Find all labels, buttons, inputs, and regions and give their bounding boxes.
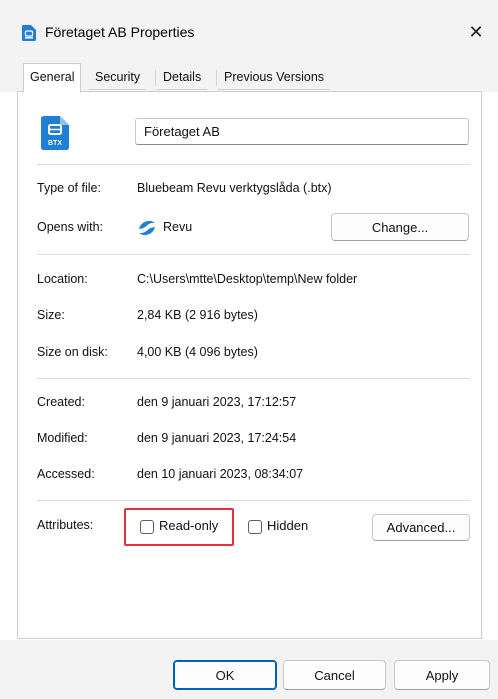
accessed-value: den 10 januari 2023, 08:34:07	[137, 467, 304, 481]
tab-security[interactable]: Security	[89, 66, 147, 90]
btx-file-icon	[22, 25, 36, 41]
file-name-input[interactable]	[135, 118, 469, 145]
attributes-label: Attributes:	[37, 518, 94, 532]
divider	[37, 500, 470, 501]
size-value: 2,84 KB (2 916 bytes)	[137, 308, 258, 322]
tab-general[interactable]: General	[23, 63, 82, 93]
ok-button[interactable]: OK	[173, 660, 277, 690]
tab-details[interactable]: Details	[157, 66, 208, 90]
file-icon-text: BTX	[48, 140, 62, 147]
type-of-file-label: Type of file:	[37, 181, 101, 195]
opens-with-label: Opens with:	[37, 220, 104, 234]
tab-separator	[216, 70, 217, 86]
general-tab-panel	[17, 91, 482, 639]
window-title: Företaget AB Properties	[45, 24, 195, 40]
btx-file-icon: BTX	[41, 116, 69, 150]
location-value: C:\Users\mtte\Desktop\temp\New folder	[137, 272, 358, 286]
accessed-label: Accessed:	[37, 467, 95, 481]
type-of-file-value: Bluebeam Revu verktygslåda (.btx)	[137, 181, 332, 195]
readonly-checkbox[interactable]	[140, 520, 154, 534]
tab-separator	[155, 70, 156, 86]
location-label: Location:	[37, 272, 88, 286]
divider	[37, 378, 470, 379]
divider	[37, 164, 470, 165]
modified-label: Modified:	[37, 431, 88, 445]
hidden-checkbox[interactable]	[248, 520, 262, 534]
divider	[37, 254, 470, 255]
close-icon: ✕	[468, 22, 484, 42]
advanced-button[interactable]: Advanced...	[372, 514, 470, 541]
size-on-disk-value: 4,00 KB (4 096 bytes)	[137, 345, 258, 359]
created-value: den 9 januari 2023, 17:12:57	[137, 395, 297, 409]
opens-with-value: Revu	[163, 220, 193, 234]
close-button[interactable]: ✕	[462, 20, 490, 46]
modified-value: den 9 januari 2023, 17:24:54	[137, 431, 297, 445]
created-label: Created:	[37, 395, 85, 409]
size-on-disk-label: Size on disk:	[37, 345, 108, 359]
apply-button[interactable]: Apply	[394, 660, 490, 690]
tab-previous-versions[interactable]: Previous Versions	[218, 66, 331, 90]
revu-app-icon	[139, 220, 155, 236]
readonly-label[interactable]: Read-only	[159, 518, 218, 533]
cancel-button[interactable]: Cancel	[283, 660, 386, 690]
hidden-label[interactable]: Hidden	[267, 518, 308, 533]
size-label: Size:	[37, 308, 65, 322]
change-button[interactable]: Change...	[331, 213, 469, 241]
